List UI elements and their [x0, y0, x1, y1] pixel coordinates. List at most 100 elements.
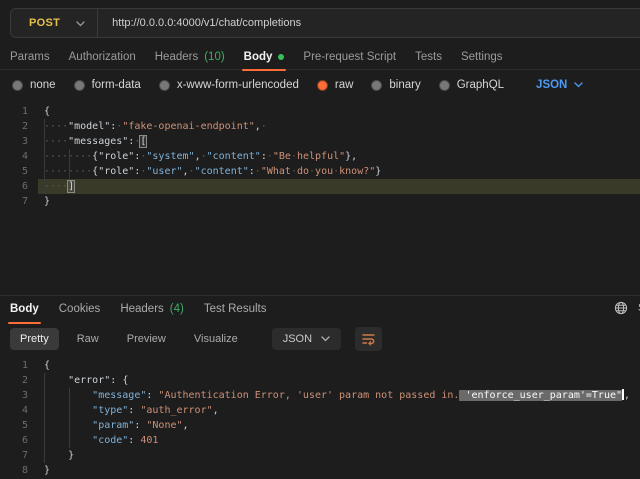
code-line-5[interactable]: 5········{"role":·"user",·"content":·"Wh…	[0, 164, 640, 179]
code-token: ,	[183, 420, 189, 431]
response-tab-cookies[interactable]: Cookies	[59, 296, 101, 323]
code-line-1[interactable]: 1{	[0, 104, 640, 119]
indent-guide	[69, 388, 70, 448]
request-language-dropdown[interactable]: JSON	[536, 79, 583, 91]
code-token: ····	[44, 181, 68, 192]
line-number: 5	[0, 418, 28, 433]
globe-icon[interactable]	[614, 301, 628, 318]
code-token	[44, 450, 68, 461]
tab-headers-label: Headers	[155, 51, 198, 63]
code-line-8[interactable]: 8}	[0, 463, 640, 478]
code-token: helpful"	[297, 151, 345, 162]
tab-settings[interactable]: Settings	[461, 44, 503, 70]
radio-icon	[371, 80, 382, 91]
body-type-raw[interactable]: raw	[317, 79, 354, 91]
body-type-row: none form-data x-www-form-urlencoded raw bin…	[0, 71, 640, 99]
code-token: "model"	[68, 121, 110, 132]
body-type-form-data[interactable]: form-data	[74, 79, 141, 91]
body-type-graphql[interactable]: GraphQL	[439, 79, 504, 91]
tab-count-badge: (10)	[204, 51, 224, 63]
code-line-4[interactable]: 4 "type": "auth_error",	[0, 403, 640, 418]
code-token: "fake-openai-endpoint"	[122, 121, 254, 132]
code-line-7[interactable]: 7}	[0, 194, 640, 209]
radio-icon	[74, 80, 85, 91]
line-number: 2	[0, 373, 28, 388]
line-number: 6	[0, 179, 28, 194]
code-token: {"role"	[92, 166, 134, 177]
body-type-binary[interactable]: binary	[371, 79, 420, 91]
tab-params[interactable]: Params	[10, 44, 50, 70]
tab-authorization-label: Authorization	[69, 51, 136, 63]
code-token: 401	[140, 435, 158, 446]
code-content: ········{"role":·"user",·"content":·"Wha…	[28, 164, 381, 179]
code-line-6[interactable]: 6 "code": 401	[0, 433, 640, 448]
view-raw[interactable]: Raw	[67, 328, 109, 350]
view-preview[interactable]: Preview	[117, 328, 176, 350]
code-content: }	[28, 448, 74, 463]
line-number: 3	[0, 134, 28, 149]
response-tab-headers[interactable]: Headers(4)	[120, 296, 184, 323]
line-number: 5	[0, 164, 28, 179]
tab-tests[interactable]: Tests	[415, 44, 442, 70]
code-token: {"role"	[92, 151, 134, 162]
body-type-label: form-data	[92, 79, 141, 91]
code-line-5[interactable]: 5 "param": "None",	[0, 418, 640, 433]
view-pretty[interactable]: Pretty	[10, 328, 59, 350]
response-tab-test-results[interactable]: Test Results	[204, 296, 267, 323]
code-token: {	[122, 375, 128, 386]
tab-body[interactable]: Body	[244, 44, 285, 70]
chevron-down-icon	[574, 79, 583, 91]
view-visualize[interactable]: Visualize	[184, 328, 248, 350]
tab-pre-request-script[interactable]: Pre-request Script	[303, 44, 396, 70]
code-line-1[interactable]: 1{	[0, 358, 640, 373]
code-line-4[interactable]: 4········{"role":·"system",·"content":·"…	[0, 149, 640, 164]
line-number: 6	[0, 433, 28, 448]
response-body-viewer[interactable]: 1{2 "error": {3 "message": "Authenticati…	[0, 356, 640, 479]
code-token: "Authentication Error, 'user' param not …	[158, 390, 459, 401]
code-line-3[interactable]: 3····"messages":·[	[0, 134, 640, 149]
response-tab-body[interactable]: Body	[10, 296, 39, 323]
response-language-dropdown[interactable]: JSON	[272, 328, 341, 350]
line-number: 1	[0, 104, 28, 119]
request-language-label: JSON	[536, 79, 567, 91]
code-token: do	[297, 166, 309, 177]
response-tabs: S BodyCookiesHeaders(4)Test Results	[0, 295, 640, 322]
line-number: 4	[0, 149, 28, 164]
method-dropdown[interactable]: POST	[11, 9, 97, 37]
tab-params-label: Params	[10, 51, 50, 63]
request-body-editor[interactable]: 1{2····"model":·"fake-openai-endpoint",·…	[0, 100, 640, 299]
code-token: "param"	[92, 420, 134, 431]
code-token: ,	[624, 390, 630, 401]
tab-body-label: Body	[244, 51, 273, 63]
code-token: }	[44, 465, 50, 476]
code-token: ]	[68, 181, 74, 192]
code-token: "Be	[273, 151, 291, 162]
code-token: }	[375, 166, 381, 177]
selected-text: 'enforce_user_param'=True"	[459, 390, 622, 401]
response-view-row: Pretty Raw Preview Visualize JSON	[0, 324, 640, 354]
code-token: ,	[213, 405, 219, 416]
chevron-down-icon	[76, 14, 85, 32]
body-type-none[interactable]: none	[12, 79, 56, 91]
response-tab-headers-label: Headers	[120, 303, 163, 315]
code-line-2[interactable]: 2····"model":·"fake-openai-endpoint",·	[0, 119, 640, 134]
wrap-lines-button[interactable]	[355, 327, 382, 351]
url-input[interactable]: http://0.0.0.0:4000/v1/chat/completions	[98, 17, 301, 29]
tab-settings-label: Settings	[461, 51, 503, 63]
body-type-label: x-www-form-urlencoded	[177, 79, 299, 91]
body-type-x-www-form-urlencoded[interactable]: x-www-form-urlencoded	[159, 79, 299, 91]
code-line-6[interactable]: 6 ····]	[0, 179, 640, 194]
code-token: "content"	[207, 151, 261, 162]
code-line-7[interactable]: 7 }	[0, 448, 640, 463]
code-line-3[interactable]: 3 "message": "Authentication Error, 'use…	[0, 388, 640, 403]
tab-authorization[interactable]: Authorization	[69, 44, 136, 70]
request-tabs: Params Authorization Headers (10) Body Pre-re…	[0, 44, 640, 70]
tab-headers[interactable]: Headers (10)	[155, 44, 225, 70]
line-number: 3	[0, 388, 28, 403]
code-content: "type": "auth_error",	[28, 403, 219, 418]
code-line-2[interactable]: 2 "error": {	[0, 373, 640, 388]
code-content: ········{"role":·"system",·"content":·"B…	[28, 149, 357, 164]
body-type-label: raw	[335, 79, 354, 91]
code-content: "message": "Authentication Error, 'user'…	[28, 388, 630, 403]
code-token: "content"	[195, 166, 249, 177]
